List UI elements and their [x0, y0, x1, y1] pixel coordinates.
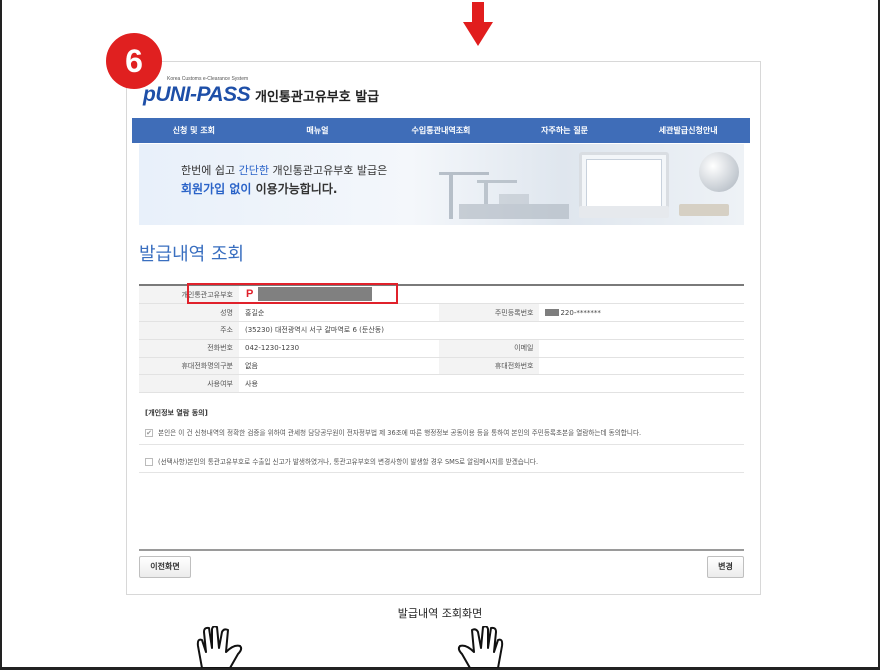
page-title: 발급내역 조회 [139, 244, 245, 265]
footer-rule [139, 549, 744, 551]
use-status-value: 사용 [239, 374, 744, 394]
table-row: 주소 (35230) 대전광역시 서구 갈마역로 6 (둔산동) [139, 321, 744, 340]
port-cranes-illustration [439, 172, 569, 219]
previous-screen-button[interactable]: 이전화면 [139, 556, 191, 578]
divider [139, 444, 744, 445]
nav-item-manual[interactable]: 매뉴얼 [256, 118, 380, 143]
divider [139, 472, 744, 473]
monitor-illustration [579, 152, 669, 214]
name-value: 홍길순 [239, 303, 440, 323]
email-value [539, 339, 744, 358]
consent-records-text: 본인은 이 건 신청내역의 정확한 검증을 위하여 관세청 담당공무원이 전자정… [158, 429, 642, 437]
nav-item-import-history[interactable]: 수입통관내역조회 [379, 118, 503, 143]
rrn-value: 220-******* [539, 303, 744, 323]
promo-banner: 한번에 쉽고 간단한 개인통관고유부호 발급은 회원가입 없이 이용가능합니다. [139, 144, 744, 225]
down-arrow-icon [463, 2, 493, 46]
rrn-label: 주민등록번호 [439, 303, 540, 323]
table-row: 휴대전화명의구분 없음 휴대전화번호 [139, 357, 744, 376]
consent-sms-checkbox[interactable] [145, 458, 153, 466]
step-number-badge: 6 [106, 33, 162, 89]
consent-records-checkbox[interactable]: ✔ [145, 429, 153, 437]
waving-hand-icon [196, 626, 243, 668]
screenshot-panel: Korea Customs e-Clearance System pUNI-PA… [126, 61, 761, 595]
table-row: 성명 홍길순 주민등록번호 220-******* [139, 303, 744, 323]
address-label: 주소 [139, 321, 239, 340]
waving-hand-icon [457, 626, 504, 668]
name-label: 성명 [139, 303, 239, 323]
phone-value: 042-1230-1230 [239, 339, 440, 358]
table-row: 전화번호 042-1230-1230 이메일 [139, 339, 744, 358]
globe-illustration [699, 152, 739, 192]
use-status-label: 사용여부 [139, 374, 239, 394]
banner-line-2: 회원가입 없이 이용가능합니다. [181, 182, 338, 196]
table-row: 사용여부 사용 [139, 374, 744, 394]
book-illustration [679, 204, 729, 216]
main-nav: 신청 및 조회 매뉴얼 수입통관내역조회 자주하는 질문 세관발급신청안내 [132, 118, 750, 143]
mobile-type-label: 휴대전화명의구분 [139, 357, 239, 376]
unipass-logo: Korea Customs e-Clearance System pUNI-PA… [143, 76, 543, 106]
logo-wordmark: pUNI-PASS [143, 83, 251, 106]
screenshot-caption: 발급내역 조회화면 [397, 607, 483, 620]
consent-item-sms: (선택사항)본인의 통관고유부호로 수출입 신고가 발생하였거나, 통관고유부호… [145, 456, 745, 466]
address-value: (35230) 대전광역시 서구 갈마역로 6 (둔산동) [239, 321, 744, 340]
consent-sms-text: (선택사항)본인의 통관고유부호로 수출입 신고가 발생하였거나, 통관고유부호… [158, 458, 539, 466]
banner-line-1: 한번에 쉽고 간단한 개인통관고유부호 발급은 [181, 164, 388, 177]
change-button[interactable]: 변경 [707, 556, 744, 578]
email-label: 이메일 [439, 339, 540, 358]
keyboard-illustration [579, 206, 669, 218]
mobile-label: 휴대전화번호 [439, 357, 540, 376]
nav-item-customs-guide[interactable]: 세관발급신청안내 [626, 118, 750, 143]
consent-heading: [개인정보 열람 동의] [145, 409, 208, 417]
phone-label: 전화번호 [139, 339, 239, 358]
nav-item-apply-inquiry[interactable]: 신청 및 조회 [132, 118, 256, 143]
logo-tagline: Korea Customs e-Clearance System [167, 76, 249, 82]
nav-item-faq[interactable]: 자주하는 질문 [503, 118, 627, 143]
mobile-value [539, 357, 744, 376]
service-title: 개인통관고유부호 발급 [255, 90, 380, 105]
consent-item-records: ✔ 본인은 이 건 신청내역의 정확한 검증을 위하여 관세청 담당공무원이 전자… [145, 427, 745, 437]
customs-code-highlight-box [187, 283, 398, 304]
mobile-type-value: 없음 [239, 357, 440, 376]
